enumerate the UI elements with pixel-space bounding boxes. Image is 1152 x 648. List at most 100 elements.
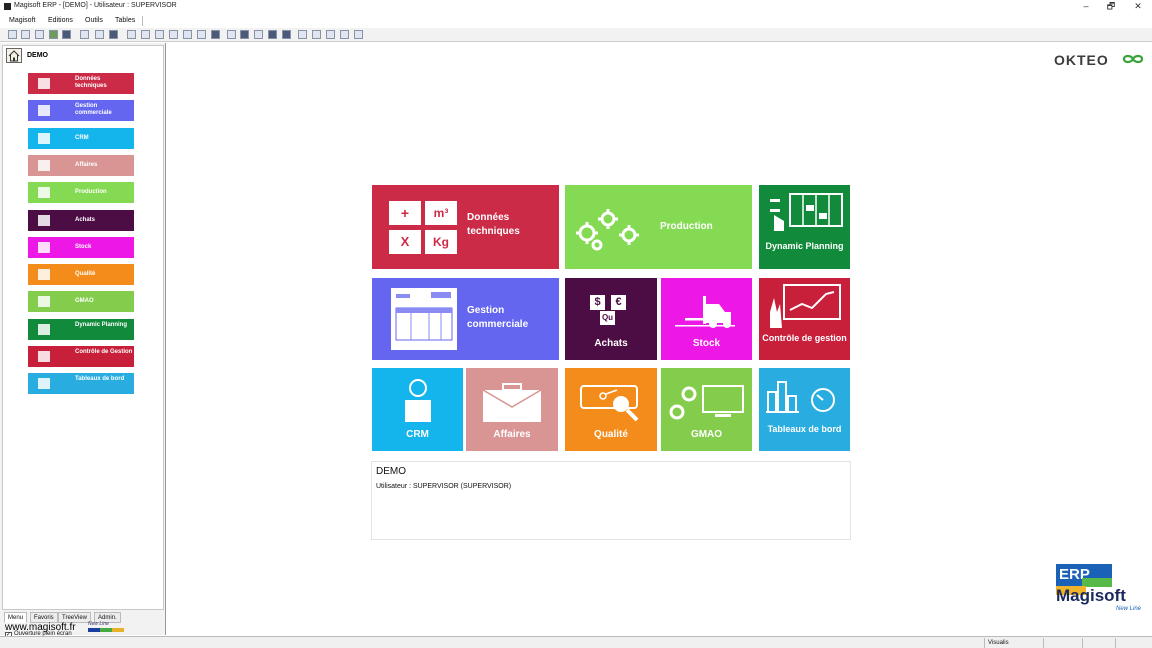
toolbar-copy-icon[interactable] [95, 30, 104, 39]
menu-magisoft[interactable]: Magisoft [9, 17, 35, 24]
toolbar-export-icon[interactable] [49, 30, 58, 39]
toolbar-home-icon[interactable] [8, 30, 17, 39]
status-bar: Visualis [0, 636, 1152, 648]
toolbar-save-icon[interactable] [62, 30, 71, 39]
sidebar-item[interactable]: CRM [28, 127, 134, 149]
currency-icon [38, 214, 50, 226]
sidebar-item[interactable]: GMAO [28, 291, 134, 313]
tile-donnees-techniques[interactable]: + m³ X Kg Données techniques [372, 185, 559, 269]
home-icon[interactable] [6, 48, 22, 63]
tile-gmao[interactable]: GMAO [661, 368, 752, 451]
sidebar-item[interactable]: Achats [28, 209, 134, 231]
briefcase-icon [38, 159, 50, 171]
tile-gestion-commerciale[interactable]: Gestion commerciale [372, 278, 559, 360]
sidebar-item[interactable]: Stock [28, 236, 134, 258]
toolbar-first-icon[interactable] [127, 30, 136, 39]
toolbar-calendar-icon[interactable] [282, 30, 291, 39]
toolbar-undo-icon[interactable] [298, 30, 307, 39]
tile-crm[interactable]: CRM [372, 368, 463, 451]
invoice-icon [38, 105, 50, 117]
sidebar-item[interactable]: Contrôle de Gestion [28, 346, 134, 367]
tile-qualite[interactable]: Qualité [565, 368, 657, 451]
toolbar-duplicate-icon[interactable] [354, 30, 363, 39]
gears-icon [576, 209, 639, 251]
tile-label: Tableaux de bord [767, 424, 842, 434]
toolbar-paste-icon[interactable] [340, 30, 349, 39]
tile-affaires[interactable]: Affaires [466, 368, 558, 451]
chart-icon [38, 351, 50, 362]
menu-outils[interactable]: Outils [85, 17, 103, 24]
sidebar-item-label: Affaires [75, 161, 98, 168]
sidebar-item[interactable]: Production [28, 182, 134, 204]
gear-monitor-icon [38, 296, 50, 308]
tile-dynamic-planning[interactable]: Dynamic Planning [759, 185, 850, 269]
toolbar-filter-icon[interactable] [183, 30, 192, 39]
toolbar-prev-icon[interactable] [141, 30, 150, 39]
toolbar-next-icon[interactable] [155, 30, 164, 39]
minimize-button[interactable]: – [1072, 0, 1100, 13]
tile-tableaux-de-bord[interactable]: Tableaux de bord [759, 368, 850, 451]
tile-label: Achats [594, 338, 628, 349]
sidebar-item[interactable]: Qualité [28, 264, 134, 286]
toolbar-table-icon[interactable] [211, 30, 220, 39]
sidebar-item-label: Production [75, 189, 107, 196]
person-icon [405, 379, 431, 422]
planning-icon [38, 323, 50, 335]
close-button[interactable]: ✕ [1124, 0, 1152, 13]
toolbar-cut-icon[interactable] [326, 30, 335, 39]
sidebar-item[interactable]: Données techniques [28, 73, 134, 94]
toolbar-last-icon[interactable] [169, 30, 178, 39]
status-mode: Visualis [984, 638, 1042, 648]
sidebar-item[interactable]: Affaires [28, 154, 134, 176]
menu-tables[interactable]: Tables [115, 17, 135, 24]
sidebar-item[interactable]: Tableaux de bord [28, 373, 134, 395]
quote-icon: Qu [600, 311, 615, 325]
toolbar-form-icon[interactable] [240, 30, 249, 39]
menu-editions[interactable]: Editions [48, 17, 73, 24]
dashboard-icon [38, 378, 50, 390]
toolbar-list-icon[interactable] [109, 30, 118, 39]
sidebar-item-label: GMAO [75, 298, 94, 305]
toolbar-report-icon[interactable] [268, 30, 277, 39]
tile-achats[interactable]: $ € Qu Achats [565, 278, 657, 360]
database-name: DEMO [376, 466, 406, 477]
sidebar-item-label: Qualité [75, 271, 96, 278]
tile-label: Qualité [594, 429, 628, 440]
okteo-logo: OKTEO [1054, 52, 1109, 68]
tile-production[interactable]: Production [565, 185, 752, 269]
restore-button[interactable]: 🗗 [1097, 0, 1125, 13]
main-area [167, 43, 1152, 635]
toolbar-grid-icon[interactable] [227, 30, 236, 39]
tile-label: Affaires [493, 429, 531, 440]
key-x: X [389, 230, 421, 254]
magnifier-icon [38, 269, 50, 281]
forklift-icon [675, 296, 735, 328]
toolbar-sort-icon[interactable] [197, 30, 206, 39]
toolbar-preview-icon[interactable] [80, 30, 89, 39]
magnifier-icon [580, 385, 639, 422]
sidebar: DEMO Données techniques Gestion commercia… [0, 43, 166, 639]
badge-bars [88, 628, 124, 632]
tile-label: Production [660, 221, 713, 232]
toolbar-open-icon[interactable] [35, 30, 44, 39]
website-badge: New Line [88, 621, 124, 632]
tile-controle-gestion[interactable]: Contrôle de gestion [759, 278, 850, 360]
key-kg: Kg [425, 230, 457, 254]
sidebar-item-label: Données techniques [75, 76, 107, 89]
tile-stock[interactable]: Stock [661, 278, 752, 360]
sidebar-item-label: Dynamic Planning [75, 321, 128, 328]
website-link[interactable]: www.magisoft.fr [5, 622, 76, 633]
sidebar-item[interactable]: Gestion commerciale [28, 100, 134, 122]
dashboard-icon [766, 381, 835, 413]
user-info: Utilisateur : SUPERVISOR (SUPERVISOR) [376, 483, 512, 490]
planning-icon [770, 193, 843, 231]
toolbar-redo-icon[interactable] [312, 30, 321, 39]
erp-badge-text: New Line [1116, 606, 1142, 612]
briefcase-icon [482, 383, 542, 422]
tile-label: Données techniques [467, 212, 520, 237]
gears-icon [38, 187, 50, 199]
toolbar-column-icon[interactable] [254, 30, 263, 39]
toolbar-print-icon[interactable] [21, 30, 30, 39]
sidebar-item-label: Contrôle de Gestion [75, 349, 133, 355]
sidebar-item[interactable]: Dynamic Planning [28, 318, 134, 340]
